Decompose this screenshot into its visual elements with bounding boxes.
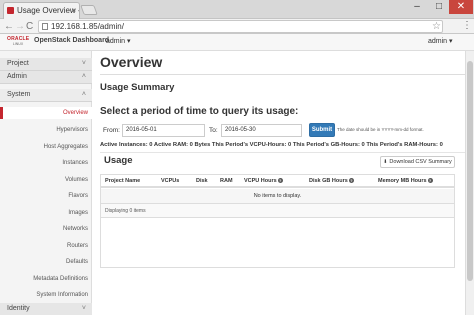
query-period-heading: Select a period of time to query its usa…: [100, 106, 299, 117]
title-divider: [100, 74, 466, 75]
column-header-vcpus[interactable]: VCPUs: [161, 175, 179, 187]
download-csv-button[interactable]: ⬇ Download CSV Summary: [380, 156, 455, 168]
sidebar-item-host-aggregates[interactable]: Host Aggregates: [0, 141, 92, 153]
column-header-project-name[interactable]: Project Name: [105, 175, 140, 187]
window-minimize-button[interactable]: –: [405, 0, 429, 14]
info-icon[interactable]: ?: [277, 178, 283, 184]
forward-icon[interactable]: →: [15, 20, 25, 33]
chevron-up-icon: ˄: [81, 91, 86, 98]
chevron-down-icon: ˅: [81, 305, 86, 312]
browser-titlebar: Usage Overview - Ol × – □ ✕: [0, 0, 474, 19]
usage-heading: Usage: [104, 155, 133, 166]
submit-button[interactable]: Submit: [309, 123, 335, 137]
sidebar-panel-label: Project: [7, 60, 29, 67]
sidebar-panel-system[interactable]: System ˄: [0, 89, 92, 102]
from-label: From:: [103, 127, 120, 134]
stats-divider: [100, 152, 466, 153]
table-header: Project Name VCPUs Disk RAM VCPU Hours? …: [101, 175, 454, 188]
bookmark-star-icon[interactable]: ☆: [432, 20, 441, 33]
sidebar-panel-identity[interactable]: Identity ˅: [0, 303, 92, 315]
usage-summary-heading: Usage Summary: [100, 82, 175, 93]
scrollbar-thumb[interactable]: [467, 61, 473, 281]
sidebar-item-instances[interactable]: Instances: [0, 157, 92, 169]
column-header-disk-gb-hours[interactable]: Disk GB Hours?: [309, 175, 354, 187]
from-date-input[interactable]: 2016-05-01: [122, 124, 205, 137]
table-empty-row: No items to display.: [101, 189, 454, 204]
sidebar-panel-label: Identity: [7, 305, 30, 312]
column-header-disk[interactable]: Disk: [196, 175, 208, 187]
user-menu[interactable]: admin ▾: [428, 37, 453, 45]
column-header-label: Disk GB Hours: [309, 178, 348, 184]
favicon-icon: [7, 7, 14, 14]
date-format-hint: The date should be in YYYY-mm-dd format.: [337, 127, 424, 132]
window-close-button[interactable]: ✕: [449, 0, 473, 14]
sidebar-item-volumes[interactable]: Volumes: [0, 174, 92, 186]
column-header-ram[interactable]: RAM: [220, 175, 233, 187]
address-bar: ← → C 192.168.1.85/admin/ ☆ ⋮: [0, 19, 474, 34]
url-input[interactable]: 192.168.1.85/admin/: [38, 20, 443, 33]
chevron-down-icon: ˅: [81, 60, 86, 67]
usage-stats-line: Active Instances: 0 Active RAM: 0 Bytes …: [100, 142, 443, 148]
sidebar-panel-admin[interactable]: Admin ˄: [0, 71, 92, 84]
page-scrollbar[interactable]: [465, 51, 474, 315]
column-header-vcpu-hours[interactable]: VCPU Hours?: [244, 175, 283, 187]
dashboard-name: OpenStack Dashboard: [34, 37, 110, 44]
browser-menu-icon[interactable]: ⋮: [462, 19, 472, 33]
reload-icon[interactable]: C: [26, 20, 33, 33]
sidebar-item-hypervisors[interactable]: Hypervisors: [0, 124, 92, 136]
new-tab-button[interactable]: [80, 5, 98, 15]
sidebar-item-routers[interactable]: Routers: [0, 240, 92, 252]
main-content: Overview Usage Summary Select a period o…: [92, 51, 474, 315]
sidebar-panel-project[interactable]: Project ˅: [0, 58, 92, 71]
sidebar-item-overview[interactable]: Overview: [0, 107, 92, 119]
column-header-label: VCPU Hours: [244, 178, 277, 184]
sidebar-item-images[interactable]: Images: [0, 207, 92, 219]
sidebar-panel-label: System: [7, 91, 31, 98]
window-maximize-button[interactable]: □: [427, 0, 451, 14]
column-header-memory-mb-hours[interactable]: Memory MB Hours?: [378, 175, 433, 187]
project-selector[interactable]: admin ▾: [106, 37, 131, 45]
to-label: To:: [209, 127, 218, 134]
column-header-label: Memory MB Hours: [378, 178, 427, 184]
sidebar-item-flavors[interactable]: Flavors: [0, 190, 92, 202]
sidebar-item-networks[interactable]: Networks: [0, 223, 92, 235]
info-icon[interactable]: ?: [348, 178, 354, 184]
tab-close-icon[interactable]: ×: [71, 3, 76, 18]
table-footer: Displaying 0 items: [101, 204, 454, 218]
url-text: 192.168.1.85/admin/: [51, 22, 124, 31]
chevron-up-icon: ˄: [81, 73, 86, 80]
download-icon: ⬇: [383, 159, 388, 165]
download-csv-label: Download CSV Summary: [389, 159, 452, 165]
sidebar-item-system-information[interactable]: System Information: [0, 289, 92, 301]
dashboard-header: ORACLE LINUX OpenStack Dashboard admin ▾…: [0, 34, 474, 51]
info-icon[interactable]: ?: [427, 178, 433, 184]
back-icon[interactable]: ←: [4, 20, 14, 33]
sidebar-item-metadata-definitions[interactable]: Metadata Definitions: [0, 273, 92, 285]
sidebar-panel-label: Admin: [7, 73, 27, 80]
logo-subtext: LINUX: [12, 42, 24, 46]
page-title: Overview: [100, 54, 163, 70]
usage-table: Project Name VCPUs Disk RAM VCPU Hours? …: [100, 174, 455, 268]
page-icon: [42, 23, 48, 30]
sidebar-item-defaults[interactable]: Defaults: [0, 256, 92, 268]
to-date-input[interactable]: 2016-05-30: [221, 124, 302, 137]
oracle-linux-logo[interactable]: ORACLE LINUX: [7, 36, 29, 48]
sidebar: Project ˅ Admin ˄ System ˄ Overview Hype…: [0, 51, 92, 315]
browser-tab[interactable]: Usage Overview - Ol ×: [3, 2, 80, 19]
